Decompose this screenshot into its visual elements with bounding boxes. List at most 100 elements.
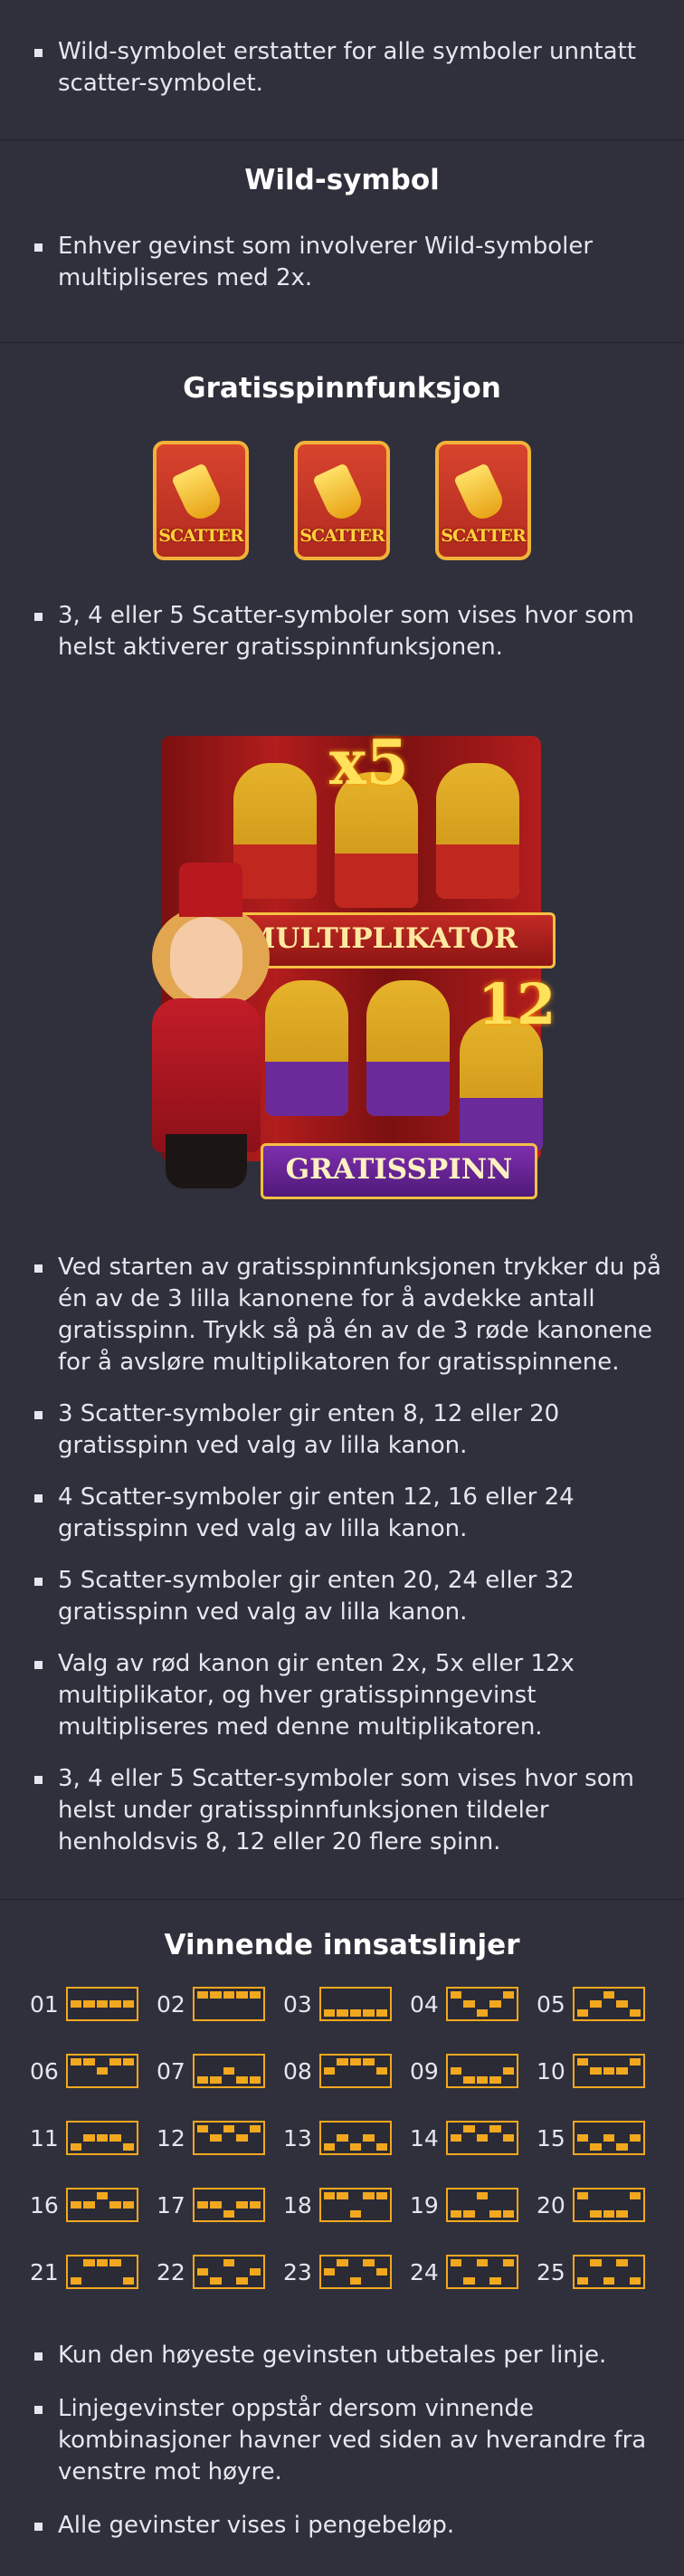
payline-cell xyxy=(363,2268,374,2275)
payline-cell xyxy=(630,2076,641,2084)
payline-cell xyxy=(236,2134,248,2142)
payline-pattern-icon xyxy=(573,1987,645,2021)
section-title: Vinnende innsatslinjer xyxy=(164,1929,520,1961)
payline-cell xyxy=(83,2058,95,2066)
payline-cell xyxy=(96,2000,109,2008)
payline-pattern-icon xyxy=(319,2255,392,2289)
payline-cell xyxy=(71,2076,81,2084)
payline-cell xyxy=(71,2192,81,2199)
payline-cell xyxy=(97,1991,108,1999)
payline-cell xyxy=(350,2192,361,2199)
payline-cell xyxy=(197,2125,209,2132)
payline-item: 02 xyxy=(157,1987,283,2021)
scatter-symbol-icon: SCATTER xyxy=(435,441,531,560)
payline-cell xyxy=(223,2134,234,2142)
payline-pattern-icon xyxy=(66,1987,138,2021)
payline-cell xyxy=(223,2000,234,2008)
payline-cell xyxy=(577,2192,589,2199)
payline-cell xyxy=(451,2192,461,2199)
payline-cell xyxy=(236,2125,247,2132)
payline-cell xyxy=(236,2058,247,2066)
payline-item: 15 xyxy=(537,2121,663,2155)
payline-cell xyxy=(616,2192,627,2199)
payline-cell xyxy=(463,1991,474,1999)
payline-cell xyxy=(463,2259,474,2266)
payline-cell xyxy=(122,2000,134,2008)
payline-cell xyxy=(616,2000,628,2008)
payline-cell xyxy=(337,2201,347,2209)
bullet-item: Wild-symbolet erstatter for alle symbole… xyxy=(0,36,684,100)
purple-cannon-icon xyxy=(366,980,450,1116)
payline-number: 21 xyxy=(30,2258,59,2285)
payline-cell xyxy=(250,2277,261,2285)
payline-cell xyxy=(363,2201,374,2209)
payline-cell xyxy=(249,2076,261,2084)
payline-cell xyxy=(451,2134,462,2142)
payline-number: 17 xyxy=(157,2191,185,2218)
payline-cell xyxy=(337,2125,347,2132)
payline-pattern-icon xyxy=(319,2188,392,2222)
payline-cell xyxy=(629,2277,641,2285)
payline-cell xyxy=(477,2000,488,2008)
payline-cell xyxy=(97,2009,108,2017)
payline-cell xyxy=(503,2000,514,2008)
payline-number: 14 xyxy=(410,2124,439,2151)
payline-cell xyxy=(363,2259,375,2266)
payline-cell xyxy=(197,2143,208,2151)
payline-item: 12 xyxy=(157,2121,283,2155)
payline-cell xyxy=(503,2009,514,2017)
payline-cell xyxy=(476,2259,489,2266)
payline-cell xyxy=(349,2277,362,2285)
payline-cell xyxy=(590,2058,601,2066)
payline-cell xyxy=(223,2009,234,2017)
payline-cell xyxy=(71,2125,81,2132)
bullet-item: 3, 4 eller 5 Scatter-symboler som vises … xyxy=(0,600,684,663)
payline-cell xyxy=(109,2201,121,2209)
payline-cell xyxy=(489,2259,500,2266)
payline-cell xyxy=(503,2125,514,2132)
payline-cell xyxy=(109,2000,121,2008)
payline-cell xyxy=(616,2143,628,2151)
payline-item: 23 xyxy=(283,2255,410,2289)
payline-cell xyxy=(376,2259,387,2266)
payline-cell xyxy=(463,2009,474,2017)
payline-cell xyxy=(337,2076,347,2084)
payline-cell xyxy=(603,2192,614,2199)
payline-cell xyxy=(123,2268,134,2275)
payline-cell xyxy=(489,2277,501,2285)
payline-cell xyxy=(502,2134,514,2142)
payline-pattern-icon xyxy=(193,1987,265,2021)
payline-cell xyxy=(489,2210,501,2218)
payline-cell xyxy=(503,2277,514,2285)
payline-cell xyxy=(109,2067,120,2075)
payline-cell xyxy=(197,2134,208,2142)
payline-cell xyxy=(71,2268,81,2275)
payline-cell xyxy=(477,2143,488,2151)
payline-cell xyxy=(590,2076,601,2084)
payline-number: 09 xyxy=(410,2057,439,2085)
payline-cell xyxy=(83,2009,94,2017)
payline-cell xyxy=(603,2143,614,2151)
payline-cell xyxy=(363,2192,375,2199)
payline-cell xyxy=(236,2268,247,2275)
payline-cell xyxy=(337,2009,348,2017)
payline-cell xyxy=(83,2067,94,2075)
payline-cell xyxy=(502,2210,514,2218)
payline-cell xyxy=(630,2210,641,2218)
payline-cell xyxy=(476,2134,489,2142)
payline-cell xyxy=(123,2125,134,2132)
payline-cell xyxy=(197,2067,208,2075)
payline-cell xyxy=(603,2125,614,2132)
payline-number: 24 xyxy=(410,2258,439,2285)
payline-cell xyxy=(337,2259,348,2266)
payline-item: 04 xyxy=(410,1987,537,2021)
payline-cell xyxy=(577,2210,588,2218)
payline-cell xyxy=(83,2192,94,2199)
payline-cell xyxy=(223,2268,234,2275)
payline-cell xyxy=(630,2143,641,2151)
payline-cell xyxy=(577,2134,589,2142)
payline-cell xyxy=(577,2143,588,2151)
payline-cell xyxy=(451,2009,461,2017)
payline-cell xyxy=(476,2009,489,2017)
payline-pattern-icon xyxy=(66,2054,138,2088)
